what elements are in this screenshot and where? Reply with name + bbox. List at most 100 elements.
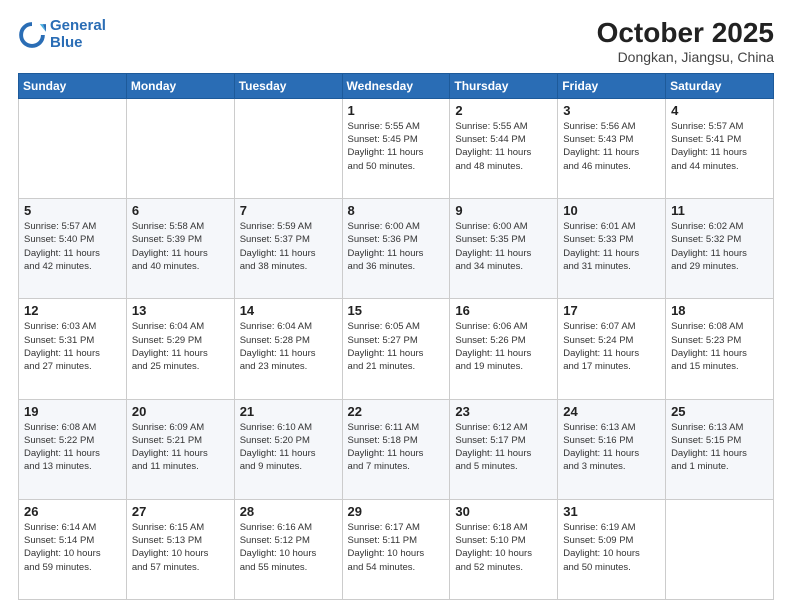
table-cell: 4 Sunrise: 5:57 AM Sunset: 5:41 PM Daylig…	[666, 98, 774, 198]
table-cell: 25 Sunrise: 6:13 AM Sunset: 5:15 PM Dayli…	[666, 399, 774, 499]
logo-icon	[18, 21, 46, 49]
logo-text: General Blue	[50, 18, 106, 51]
day-info: Sunrise: 6:13 AM Sunset: 5:15 PM Dayligh…	[671, 421, 768, 474]
table-cell	[19, 98, 127, 198]
day-info: Sunrise: 6:13 AM Sunset: 5:16 PM Dayligh…	[563, 421, 660, 474]
table-cell: 1 Sunrise: 5:55 AM Sunset: 5:45 PM Daylig…	[342, 98, 450, 198]
col-thursday: Thursday	[450, 73, 558, 98]
day-number: 21	[240, 404, 337, 419]
day-info: Sunrise: 5:58 AM Sunset: 5:39 PM Dayligh…	[132, 220, 229, 273]
table-cell: 8 Sunrise: 6:00 AM Sunset: 5:36 PM Daylig…	[342, 199, 450, 299]
day-number: 18	[671, 303, 768, 318]
table-cell: 2Sunrise: 5:55 AM Sunset: 5:44 PM Daylig…	[450, 98, 558, 198]
day-number: 20	[132, 404, 229, 419]
day-info: Sunrise: 6:00 AM Sunset: 5:36 PM Dayligh…	[348, 220, 445, 273]
day-number: 7	[240, 203, 337, 218]
day-info: Sunrise: 5:57 AM Sunset: 5:40 PM Dayligh…	[24, 220, 121, 273]
table-cell: 10 Sunrise: 6:01 AM Sunset: 5:33 PM Dayli…	[558, 199, 666, 299]
day-info: Sunrise: 6:01 AM Sunset: 5:33 PM Dayligh…	[563, 220, 660, 273]
day-number: 25	[671, 404, 768, 419]
day-info: Sunrise: 6:03 AM Sunset: 5:31 PM Dayligh…	[24, 320, 121, 373]
day-number: 3	[563, 103, 660, 118]
table-cell: 6 Sunrise: 5:58 AM Sunset: 5:39 PM Daylig…	[126, 199, 234, 299]
week-row-5: 26Sunrise: 6:14 AM Sunset: 5:14 PM Dayli…	[19, 499, 774, 599]
day-info: Sunrise: 6:16 AM Sunset: 5:12 PM Dayligh…	[240, 521, 337, 574]
day-info: Sunrise: 6:04 AM Sunset: 5:28 PM Dayligh…	[240, 320, 337, 373]
day-number: 9	[455, 203, 552, 218]
day-info: Sunrise: 6:17 AM Sunset: 5:11 PM Dayligh…	[348, 521, 445, 574]
day-info: Sunrise: 5:57 AM Sunset: 5:41 PM Dayligh…	[671, 120, 768, 173]
day-info: Sunrise: 5:59 AM Sunset: 5:37 PM Dayligh…	[240, 220, 337, 273]
day-number: 10	[563, 203, 660, 218]
day-number: 2	[455, 103, 552, 118]
table-cell: 31Sunrise: 6:19 AM Sunset: 5:09 PM Dayli…	[558, 499, 666, 599]
day-number: 24	[563, 404, 660, 419]
table-cell: 24 Sunrise: 6:13 AM Sunset: 5:16 PM Dayli…	[558, 399, 666, 499]
day-info: Sunrise: 6:11 AM Sunset: 5:18 PM Dayligh…	[348, 421, 445, 474]
logo: General Blue	[18, 18, 106, 51]
day-number: 12	[24, 303, 121, 318]
day-number: 28	[240, 504, 337, 519]
table-cell: 12 Sunrise: 6:03 AM Sunset: 5:31 PM Dayli…	[19, 299, 127, 399]
table-cell: 30 Sunrise: 6:18 AM Sunset: 5:10 PM Dayli…	[450, 499, 558, 599]
day-number: 16	[455, 303, 552, 318]
day-number: 30	[455, 504, 552, 519]
table-cell	[666, 499, 774, 599]
col-saturday: Saturday	[666, 73, 774, 98]
table-cell: 27 Sunrise: 6:15 AM Sunset: 5:13 PM Dayli…	[126, 499, 234, 599]
col-tuesday: Tuesday	[234, 73, 342, 98]
table-cell: 7 Sunrise: 5:59 AM Sunset: 5:37 PM Daylig…	[234, 199, 342, 299]
day-number: 8	[348, 203, 445, 218]
header: General Blue October 2025 Dongkan, Jiang…	[18, 18, 774, 65]
table-cell: 29 Sunrise: 6:17 AM Sunset: 5:11 PM Dayli…	[342, 499, 450, 599]
table-cell: 20Sunrise: 6:09 AM Sunset: 5:21 PM Dayli…	[126, 399, 234, 499]
day-number: 22	[348, 404, 445, 419]
table-cell: 3 Sunrise: 5:56 AM Sunset: 5:43 PM Daylig…	[558, 98, 666, 198]
day-number: 14	[240, 303, 337, 318]
table-cell: 23Sunrise: 6:12 AM Sunset: 5:17 PM Dayli…	[450, 399, 558, 499]
day-number: 4	[671, 103, 768, 118]
day-number: 11	[671, 203, 768, 218]
day-info: Sunrise: 6:02 AM Sunset: 5:32 PM Dayligh…	[671, 220, 768, 273]
day-info: Sunrise: 5:55 AM Sunset: 5:45 PM Dayligh…	[348, 120, 445, 173]
week-row-1: 1 Sunrise: 5:55 AM Sunset: 5:45 PM Daylig…	[19, 98, 774, 198]
title-block: October 2025 Dongkan, Jiangsu, China	[597, 18, 774, 65]
day-info: Sunrise: 6:05 AM Sunset: 5:27 PM Dayligh…	[348, 320, 445, 373]
day-info: Sunrise: 6:08 AM Sunset: 5:23 PM Dayligh…	[671, 320, 768, 373]
table-cell: 26Sunrise: 6:14 AM Sunset: 5:14 PM Dayli…	[19, 499, 127, 599]
day-number: 26	[24, 504, 121, 519]
logo-blue: Blue	[50, 34, 83, 51]
col-friday: Friday	[558, 73, 666, 98]
table-cell: 21 Sunrise: 6:10 AM Sunset: 5:20 PM Dayli…	[234, 399, 342, 499]
day-info: Sunrise: 5:56 AM Sunset: 5:43 PM Dayligh…	[563, 120, 660, 173]
table-cell: 18 Sunrise: 6:08 AM Sunset: 5:23 PM Dayli…	[666, 299, 774, 399]
day-number: 6	[132, 203, 229, 218]
table-cell	[126, 98, 234, 198]
header-row: Sunday Monday Tuesday Wednesday Thursday…	[19, 73, 774, 98]
page: General Blue October 2025 Dongkan, Jiang…	[0, 0, 792, 612]
table-cell: 13Sunrise: 6:04 AM Sunset: 5:29 PM Dayli…	[126, 299, 234, 399]
day-info: Sunrise: 6:08 AM Sunset: 5:22 PM Dayligh…	[24, 421, 121, 474]
day-number: 5	[24, 203, 121, 218]
day-info: Sunrise: 6:00 AM Sunset: 5:35 PM Dayligh…	[455, 220, 552, 273]
week-row-2: 5 Sunrise: 5:57 AM Sunset: 5:40 PM Daylig…	[19, 199, 774, 299]
day-info: Sunrise: 6:07 AM Sunset: 5:24 PM Dayligh…	[563, 320, 660, 373]
week-row-4: 19Sunrise: 6:08 AM Sunset: 5:22 PM Dayli…	[19, 399, 774, 499]
table-cell: 28 Sunrise: 6:16 AM Sunset: 5:12 PM Dayli…	[234, 499, 342, 599]
day-number: 1	[348, 103, 445, 118]
col-wednesday: Wednesday	[342, 73, 450, 98]
table-cell: 16 Sunrise: 6:06 AM Sunset: 5:26 PM Dayli…	[450, 299, 558, 399]
table-cell: 11 Sunrise: 6:02 AM Sunset: 5:32 PM Dayli…	[666, 199, 774, 299]
day-info: Sunrise: 6:12 AM Sunset: 5:17 PM Dayligh…	[455, 421, 552, 474]
day-info: Sunrise: 6:18 AM Sunset: 5:10 PM Dayligh…	[455, 521, 552, 574]
day-number: 27	[132, 504, 229, 519]
day-info: Sunrise: 6:10 AM Sunset: 5:20 PM Dayligh…	[240, 421, 337, 474]
table-cell: 22 Sunrise: 6:11 AM Sunset: 5:18 PM Dayli…	[342, 399, 450, 499]
logo-general: General	[50, 17, 106, 34]
day-info: Sunrise: 6:06 AM Sunset: 5:26 PM Dayligh…	[455, 320, 552, 373]
day-info: Sunrise: 6:15 AM Sunset: 5:13 PM Dayligh…	[132, 521, 229, 574]
day-number: 29	[348, 504, 445, 519]
day-info: Sunrise: 6:19 AM Sunset: 5:09 PM Dayligh…	[563, 521, 660, 574]
table-cell: 5 Sunrise: 5:57 AM Sunset: 5:40 PM Daylig…	[19, 199, 127, 299]
table-cell: 15Sunrise: 6:05 AM Sunset: 5:27 PM Dayli…	[342, 299, 450, 399]
